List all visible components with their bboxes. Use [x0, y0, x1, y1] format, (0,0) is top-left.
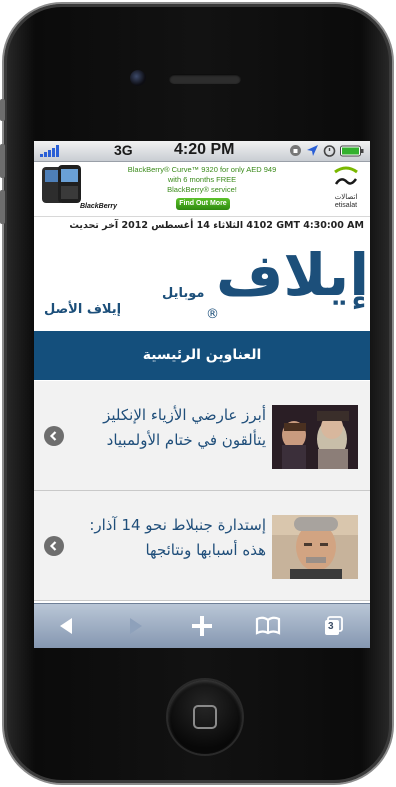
etisalat-name: etisalat [334, 202, 358, 209]
add-bookmark-icon[interactable] [189, 614, 215, 638]
mute-switch [0, 99, 5, 121]
article-title-2[interactable]: إستدارة جنبلاط نحو 14 آذار: هذه أسبابها … [80, 513, 266, 563]
alarm-clock-icon [323, 145, 336, 157]
article-title-1[interactable]: أبرز عارضي الأزياء الإنكليز يتألقون في خ… [80, 403, 266, 453]
update-gmt-time: GMT 4:30:00 AM [276, 220, 364, 231]
signal-strength-icon [40, 145, 59, 157]
home-button[interactable] [168, 680, 242, 754]
blackberry-logo-text: BlackBerry [80, 203, 117, 210]
ad-banner[interactable]: BlackBerry BlackBerry® Curve™ 9320 for o… [34, 162, 370, 217]
tab-count: 3 [328, 621, 334, 632]
section-title: العناوين الرئيسية [34, 331, 370, 380]
status-bar: 3G 4:20 PM [34, 141, 370, 162]
last-updated-line: 4102 الثلاثاء 14 أغسطس 2012 آخر تحديث GM… [34, 218, 370, 234]
ad-line-3: BlackBerry® service! [167, 185, 237, 194]
screen: 3G 4:20 PM BlackBerry BlackBerry® Curve™… [34, 141, 370, 648]
list-item[interactable]: إستدارة جنبلاط نحو 14 آذار: هذه أسبابها … [34, 491, 370, 601]
article-thumbnail-1 [272, 405, 358, 469]
etisalat-mark-icon [334, 166, 358, 185]
etisalat-logo: اتصالات etisalat [326, 166, 366, 212]
site-header: إيلاف موبايل ® إيلاف الأصل [34, 234, 370, 329]
registered-mark: ® [206, 307, 219, 322]
update-date-text: 4102 الثلاثاء 14 أغسطس 2012 آخر تحديث [69, 220, 273, 231]
etisalat-name-ar: اتصالات [334, 194, 358, 201]
status-time: 4:20 PM [174, 141, 235, 158]
chevron-right-icon[interactable] [44, 536, 64, 556]
tabs-button[interactable]: 3 [321, 614, 347, 638]
back-icon[interactable] [54, 614, 80, 638]
blackberry-phone-image [42, 165, 81, 203]
find-out-more-button[interactable]: Find Out More [176, 198, 230, 210]
elaph-logo[interactable]: إيلاف [216, 236, 370, 314]
article-thumbnail-2 [272, 515, 358, 579]
list-item[interactable]: أبرز عارضي الأزياء الإنكليز يتألقون في خ… [34, 381, 370, 491]
location-arrow-icon [307, 145, 318, 156]
lock-rotation-icon [290, 145, 301, 156]
mobile-label: موبايل [162, 286, 205, 301]
earpiece-speaker [169, 74, 241, 84]
ad-line-2: with 6 months FREE [167, 175, 237, 184]
bookmarks-icon[interactable] [255, 614, 281, 638]
ad-copy: BlackBerry® Curve™ 9320 for only AED 949… [126, 165, 278, 195]
original-site-link[interactable]: إيلاف الأصل [44, 302, 121, 317]
front-camera [130, 70, 146, 86]
browser-toolbar: 3 [34, 603, 370, 648]
network-type: 3G [114, 142, 133, 158]
battery-icon [340, 145, 364, 156]
home-square-icon [193, 705, 217, 729]
volume-down-button [0, 190, 5, 224]
forward-icon[interactable] [122, 614, 148, 638]
tabs-icon [325, 616, 343, 635]
ad-line-1: BlackBerry® Curve™ 9320 for only AED 949 [127, 165, 277, 174]
chevron-right-icon[interactable] [44, 426, 64, 446]
volume-up-button [0, 144, 5, 178]
